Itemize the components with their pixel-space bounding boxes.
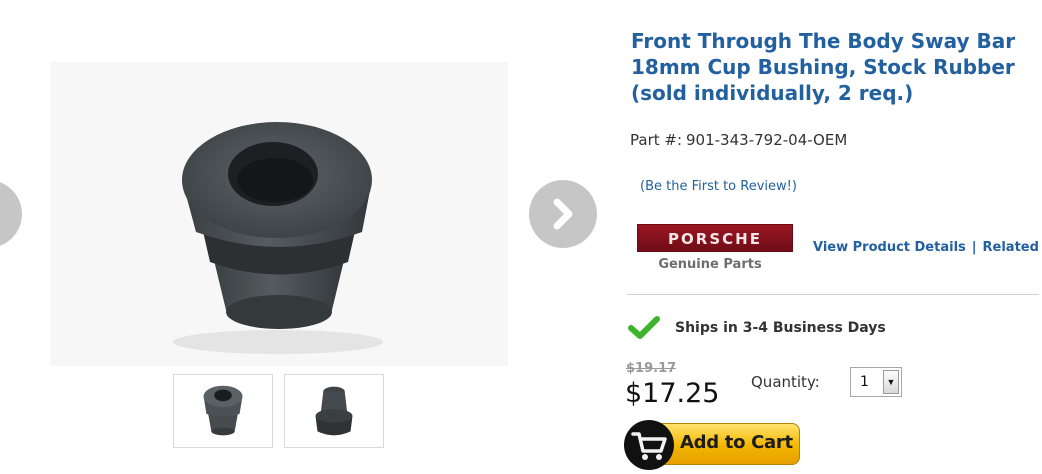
chevron-left-icon <box>0 180 22 248</box>
product-title: Front Through The Body Sway Bar 18mm Cup… <box>631 29 1016 105</box>
original-price: $19.17 <box>626 361 677 376</box>
brand-logo-subtitle: Genuine Parts <box>658 257 762 272</box>
shipping-status: Ships in 3-4 Business Days <box>675 320 886 336</box>
view-product-details-link[interactable]: View Product Details <box>813 240 966 255</box>
gallery-next-button[interactable] <box>529 180 597 248</box>
divider <box>627 294 1039 295</box>
product-links: View Product Details | Related Pr <box>813 240 1042 255</box>
product-main-image[interactable] <box>50 62 508 366</box>
quantity-select[interactable]: 1 ▼ <box>850 367 902 397</box>
chevron-down-icon[interactable]: ▼ <box>883 370 899 394</box>
chevron-right-icon <box>553 198 573 230</box>
review-link[interactable]: (Be the First to Review!) <box>640 179 797 194</box>
porsche-genuine-parts-logo: PORSCHE Genuine Parts <box>637 224 793 276</box>
thumbnail-2[interactable] <box>284 374 384 448</box>
quantity-label: Quantity: <box>751 373 820 391</box>
add-to-cart-label: Add to Cart <box>680 432 793 453</box>
link-separator: | <box>971 240 977 255</box>
bushing-photo <box>50 62 508 366</box>
thumbnail-image <box>315 386 353 436</box>
checkmark-icon <box>628 316 660 339</box>
part-number-label: Part #: <box>630 131 683 149</box>
related-products-link[interactable]: Related Pr <box>983 240 1042 255</box>
thumbnail-image <box>203 385 243 436</box>
sale-price: $17.25 <box>625 378 720 409</box>
add-to-cart-button[interactable]: Add to Cart <box>624 420 800 470</box>
quantity-value: 1 <box>860 374 869 390</box>
part-number-value: 901-343-792-04-OEM <box>686 131 848 149</box>
gallery-prev-button[interactable] <box>0 180 22 248</box>
part-number: Part #: 901-343-792-04-OEM <box>630 131 851 149</box>
brand-logo-bar: PORSCHE <box>637 224 793 252</box>
thumbnail-1[interactable] <box>173 374 273 448</box>
cart-icon <box>624 420 674 470</box>
